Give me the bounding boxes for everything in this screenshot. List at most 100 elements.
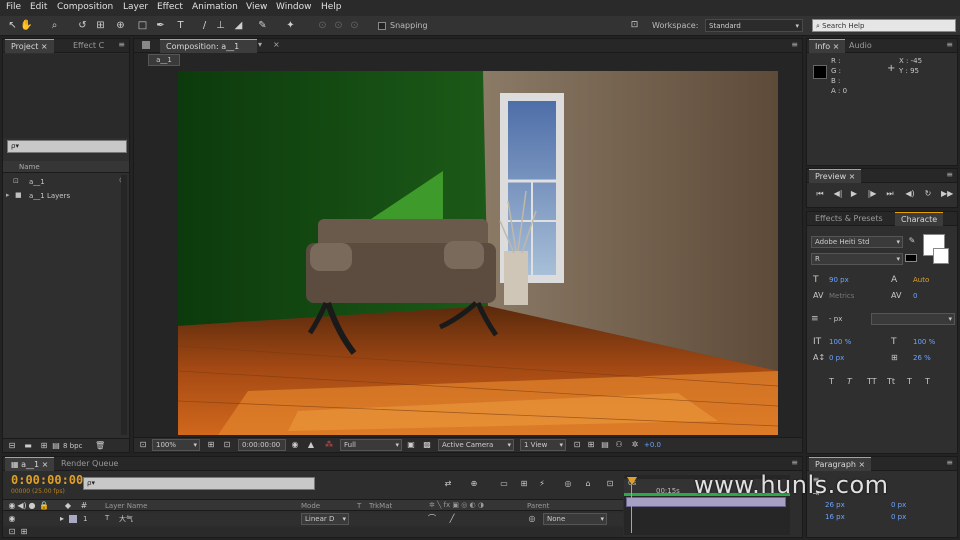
menu-file[interactable]: File — [6, 2, 21, 12]
graph-editor-icon[interactable]: ⌂ — [583, 479, 593, 489]
tab-effect-controls[interactable]: Effect C — [67, 39, 110, 53]
type-tool-icon[interactable]: T — [174, 19, 187, 32]
hand-tool-icon[interactable]: ✋ — [20, 19, 33, 32]
column-parent[interactable]: Parent — [527, 502, 549, 510]
superscript-button[interactable]: T — [907, 377, 912, 386]
horizontal-scale-value[interactable]: 100 % — [913, 338, 935, 346]
ram-preview-icon[interactable]: ▶▶ — [941, 189, 953, 199]
toggle-modes-icon[interactable]: ⊞ — [19, 527, 29, 537]
subscript-button[interactable]: T — [925, 377, 930, 386]
hide-shy-layers-icon[interactable]: ⊞ — [519, 479, 529, 489]
reset-exposure-icon[interactable]: ✲ — [630, 440, 640, 450]
clone-stamp-tool-icon[interactable]: ⊥ — [214, 19, 227, 32]
live-update-icon[interactable]: ⊕ — [469, 479, 479, 489]
column-t[interactable]: T — [357, 502, 361, 510]
pen-tool-icon[interactable]: ✒ — [154, 19, 167, 32]
frame-blending-icon[interactable]: ⚡ — [537, 479, 547, 489]
kerning-value[interactable]: Metrics — [829, 292, 854, 300]
timeline-timecode[interactable]: 0:00:00:00 — [11, 473, 83, 487]
close-icon[interactable]: × — [273, 40, 280, 49]
project-column-header[interactable]: Name — [3, 161, 129, 173]
interpret-footage-icon[interactable]: ⊟ — [7, 441, 17, 451]
tab-effects-presets[interactable]: Effects & Presets — [809, 212, 889, 226]
brush-tool-icon[interactable]: / — [198, 19, 211, 32]
parent-select[interactable]: None ▾ — [543, 513, 607, 525]
current-time-field[interactable]: 0:00:00:00 — [238, 439, 286, 451]
tab-timeline-comp[interactable]: ▦ a__1 × — [5, 457, 55, 471]
chevron-down-icon[interactable]: ▾ — [258, 40, 262, 49]
loop-icon[interactable]: ↻ — [923, 189, 933, 199]
resolution-select[interactable]: Full ▾ — [340, 439, 402, 451]
blend-mode-select[interactable]: Linear D ▾ — [301, 513, 349, 525]
indent-left-value[interactable]: 26 px — [825, 501, 845, 509]
tab-composition[interactable]: Composition: a__1 — [160, 39, 258, 53]
tab-paragraph[interactable]: Paragraph × — [809, 457, 872, 471]
menu-edit[interactable]: Edit — [30, 2, 47, 12]
breadcrumb[interactable]: a__1 — [148, 54, 180, 66]
tab-audio[interactable]: Audio — [843, 39, 878, 53]
menu-window[interactable]: Window — [276, 2, 312, 12]
stroke-style-select[interactable]: ▾ — [871, 313, 955, 325]
last-frame-icon[interactable]: ⏭ — [885, 189, 895, 199]
region-of-interest-icon[interactable]: ▣ — [406, 440, 416, 450]
bpc-label[interactable]: 8 bpc — [63, 442, 82, 450]
stroke-color-swatch[interactable] — [933, 248, 949, 264]
safe-zones-icon[interactable]: ⊞ — [206, 440, 216, 450]
next-frame-icon[interactable]: |▶ — [867, 189, 877, 199]
new-folder-icon[interactable]: ▬ — [23, 441, 33, 451]
shy-icon[interactable]: ⌒ — [427, 514, 437, 524]
camera-select[interactable]: Active Camera ▾ — [438, 439, 514, 451]
expand-arrow-icon[interactable]: ▸ — [57, 514, 67, 524]
list-item[interactable]: ⊡ a__1 — [3, 176, 121, 188]
first-frame-icon[interactable]: ⏮ — [815, 189, 825, 199]
video-switch-icon[interactable]: ◉ — [7, 501, 17, 511]
tab-render-queue[interactable]: Render Queue — [55, 457, 124, 471]
panel-menu-icon[interactable]: ≡ — [946, 170, 953, 179]
project-scrollbar[interactable] — [121, 175, 127, 435]
previous-frame-icon[interactable]: ◀| — [833, 189, 843, 199]
composition-viewer[interactable] — [178, 71, 778, 435]
timeline-icon[interactable]: ▤ — [600, 440, 610, 450]
panel-menu-icon[interactable]: ≡ — [791, 458, 798, 467]
zoom-select[interactable]: 100% ▾ — [152, 439, 200, 451]
search-help-input[interactable]: ⌕ Search Help — [812, 19, 956, 32]
menu-layer[interactable]: Layer — [123, 2, 148, 12]
label-color-swatch[interactable] — [69, 515, 77, 523]
playhead-icon[interactable] — [627, 477, 637, 485]
space-before-value[interactable]: 0 px — [891, 501, 906, 509]
table-row[interactable]: ◉ ▸ 1 T 大气 Linear D ▾ ⌒ ╱ ◎ None ▾ — [3, 513, 623, 525]
panel-menu-icon[interactable]: ≡ — [946, 40, 953, 49]
audio-switch-icon[interactable]: ◀) — [17, 501, 27, 511]
panel-menu-icon[interactable]: ≡ — [946, 458, 953, 467]
show-snapshot-icon[interactable]: ▲ — [306, 440, 316, 450]
draft-3d-icon[interactable]: ▭ — [499, 479, 509, 489]
motion-blur-icon[interactable]: ◎ — [563, 479, 573, 489]
menu-view[interactable]: View — [246, 2, 267, 12]
menu-animation[interactable]: Animation — [192, 2, 238, 12]
always-preview-icon[interactable]: ⊡ — [138, 440, 148, 450]
exposure-value[interactable]: +0.0 — [644, 441, 661, 449]
font-size-value[interactable]: 90 px — [829, 276, 849, 284]
project-settings-icon[interactable]: ▤ — [51, 441, 61, 451]
tsume-value[interactable]: 26 % — [913, 354, 931, 362]
workspace-select[interactable]: Standard ▾ — [705, 19, 803, 32]
lock-switch-icon[interactable]: 🔒 — [39, 501, 49, 511]
transparency-grid-icon[interactable]: ▩ — [422, 440, 432, 450]
stroke-width-value[interactable]: - px — [829, 315, 842, 323]
tab-character[interactable]: Characte — [895, 212, 944, 226]
tab-info[interactable]: Info × — [809, 39, 846, 53]
fast-previews-icon[interactable]: ⊞ — [586, 440, 596, 450]
zoom-tool-icon[interactable]: ⌕ — [48, 19, 61, 32]
font-family-select[interactable]: Adobe Heiti Std ▾ — [811, 236, 903, 248]
rectangle-tool-icon[interactable]: □ — [136, 19, 149, 32]
pickwhip-icon[interactable]: ◎ — [527, 514, 537, 524]
pan-behind-tool-icon[interactable]: ⊕ — [114, 19, 127, 32]
column-layer-name[interactable]: Layer Name — [105, 502, 147, 510]
selection-tool-icon[interactable]: ↖ — [6, 19, 19, 32]
rotate-tool-icon[interactable]: ↺ — [76, 19, 89, 32]
flowchart-icon[interactable]: ⚇ — [614, 440, 624, 450]
menu-help[interactable]: Help — [321, 2, 342, 12]
eyedropper-icon[interactable]: ✎ — [907, 236, 917, 246]
axis-mode-3-icon[interactable]: ⊙ — [348, 19, 361, 32]
mask-visibility-icon[interactable]: ⊡ — [222, 440, 232, 450]
